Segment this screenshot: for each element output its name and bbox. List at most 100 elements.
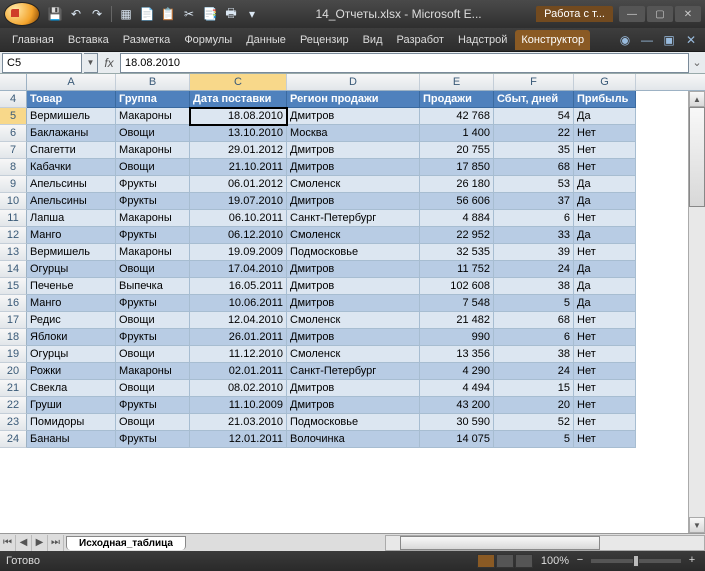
cell[interactable]: 5 xyxy=(494,295,574,312)
qat-icon[interactable]: 📄 xyxy=(138,5,156,23)
column-header[interactable]: E xyxy=(420,74,494,90)
cell[interactable]: 17.04.2010 xyxy=(190,261,287,278)
cell[interactable]: Овощи xyxy=(116,159,190,176)
cell[interactable]: 35 xyxy=(494,142,574,159)
cell[interactable]: Смоленск xyxy=(287,346,420,363)
cell[interactable]: 68 xyxy=(494,312,574,329)
row-header[interactable]: 15 xyxy=(0,278,27,295)
cell[interactable]: Макароны xyxy=(116,210,190,227)
table-column-header[interactable]: Группа xyxy=(116,91,190,108)
cell[interactable]: Огурцы xyxy=(27,261,116,278)
qat-icon[interactable]: 📋 xyxy=(159,5,177,23)
ribbon-tab[interactable]: Формулы xyxy=(178,30,238,50)
cell[interactable]: 20 xyxy=(494,397,574,414)
cell[interactable]: Дмитров xyxy=(287,108,420,125)
cell[interactable]: 11.10.2009 xyxy=(190,397,287,414)
cell[interactable]: 4 884 xyxy=(420,210,494,227)
cell[interactable]: Нет xyxy=(574,142,636,159)
view-page-layout-button[interactable] xyxy=(496,554,514,568)
qat-icon[interactable]: 📑 xyxy=(201,5,219,23)
cell[interactable]: Выпечка xyxy=(116,278,190,295)
scroll-up-icon[interactable]: ▲ xyxy=(689,91,705,107)
ribbon-tab[interactable]: Рецензир xyxy=(294,30,355,50)
row-header[interactable]: 11 xyxy=(0,210,27,227)
horizontal-scrollbar[interactable] xyxy=(385,535,705,551)
cell[interactable]: Свекла xyxy=(27,380,116,397)
cell[interactable]: Вермишель xyxy=(27,108,116,125)
row-header[interactable]: 8 xyxy=(0,159,27,176)
cell[interactable]: Санкт-Петербург xyxy=(287,363,420,380)
undo-icon[interactable]: ↶ xyxy=(67,5,85,23)
cell[interactable]: Дмитров xyxy=(287,193,420,210)
view-page-break-button[interactable] xyxy=(515,554,533,568)
cell[interactable]: 22 xyxy=(494,125,574,142)
cell[interactable]: Нет xyxy=(574,380,636,397)
view-normal-button[interactable] xyxy=(477,554,495,568)
vertical-scrollbar[interactable]: ▲ ▼ xyxy=(688,91,705,533)
cell[interactable]: 5 xyxy=(494,431,574,448)
cell[interactable]: Дмитров xyxy=(287,380,420,397)
row-header[interactable]: 21 xyxy=(0,380,27,397)
cell[interactable]: 68 xyxy=(494,159,574,176)
cell[interactable]: 1 400 xyxy=(420,125,494,142)
cell[interactable]: Фрукты xyxy=(116,295,190,312)
row-header[interactable]: 18 xyxy=(0,329,27,346)
cell[interactable]: Нет xyxy=(574,329,636,346)
sheet-nav-first-icon[interactable]: ⏮ xyxy=(0,535,16,551)
cell[interactable]: Да xyxy=(574,193,636,210)
cell[interactable]: 990 xyxy=(420,329,494,346)
cell[interactable]: Манго xyxy=(27,295,116,312)
row-header[interactable]: 10 xyxy=(0,193,27,210)
ribbon-tab[interactable]: Конструктор xyxy=(515,30,590,50)
cell[interactable]: Редис xyxy=(27,312,116,329)
cell[interactable]: Да xyxy=(574,108,636,125)
cell[interactable]: Фрукты xyxy=(116,329,190,346)
close-button[interactable]: ✕ xyxy=(675,6,701,22)
sheet-tab[interactable]: Исходная_таблица xyxy=(66,536,186,550)
zoom-out-button[interactable]: − xyxy=(573,554,587,568)
cell[interactable]: 06.10.2011 xyxy=(190,210,287,227)
cell[interactable]: 29.01.2012 xyxy=(190,142,287,159)
mdi-restore-icon[interactable]: ▣ xyxy=(661,32,677,48)
row-header[interactable]: 6 xyxy=(0,125,27,142)
cell[interactable]: 11 752 xyxy=(420,261,494,278)
row-header[interactable]: 23 xyxy=(0,414,27,431)
cell[interactable]: 18.08.2010 xyxy=(190,108,287,125)
cell[interactable]: Дмитров xyxy=(287,159,420,176)
cell[interactable]: Подмосковье xyxy=(287,414,420,431)
ribbon-tab[interactable]: Вставка xyxy=(62,30,115,50)
cell[interactable]: 38 xyxy=(494,346,574,363)
row-header[interactable]: 13 xyxy=(0,244,27,261)
cell[interactable]: Дмитров xyxy=(287,295,420,312)
cell[interactable]: Дмитров xyxy=(287,142,420,159)
column-header[interactable]: G xyxy=(574,74,636,90)
cell[interactable]: Да xyxy=(574,176,636,193)
qat-more-icon[interactable]: ▾ xyxy=(243,5,261,23)
maximize-button[interactable]: ▢ xyxy=(647,6,673,22)
cell[interactable]: Нет xyxy=(574,210,636,227)
cell[interactable]: 16.05.2011 xyxy=(190,278,287,295)
column-header[interactable]: C xyxy=(190,74,287,90)
cell[interactable]: 6 xyxy=(494,210,574,227)
cell[interactable]: Вермишель xyxy=(27,244,116,261)
save-icon[interactable]: 💾 xyxy=(46,5,64,23)
row-header[interactable]: 17 xyxy=(0,312,27,329)
cell[interactable]: 42 768 xyxy=(420,108,494,125)
sheet-nav-prev-icon[interactable]: ◀ xyxy=(16,535,32,551)
ribbon-tab[interactable]: Вид xyxy=(357,30,389,50)
cell[interactable]: 26.01.2011 xyxy=(190,329,287,346)
cell[interactable]: 56 606 xyxy=(420,193,494,210)
cell[interactable]: Апельсины xyxy=(27,176,116,193)
cell[interactable]: Нет xyxy=(574,125,636,142)
sheet-nav-next-icon[interactable]: ▶ xyxy=(32,535,48,551)
cell[interactable]: 12.04.2010 xyxy=(190,312,287,329)
cell[interactable]: 39 xyxy=(494,244,574,261)
cell[interactable]: 06.12.2010 xyxy=(190,227,287,244)
cell[interactable]: Груши xyxy=(27,397,116,414)
table-column-header[interactable]: Продажи xyxy=(420,91,494,108)
cell[interactable]: 20 755 xyxy=(420,142,494,159)
cell[interactable]: Овощи xyxy=(116,125,190,142)
cell[interactable]: Печенье xyxy=(27,278,116,295)
hscroll-thumb[interactable] xyxy=(400,536,600,550)
cell[interactable]: 7 548 xyxy=(420,295,494,312)
